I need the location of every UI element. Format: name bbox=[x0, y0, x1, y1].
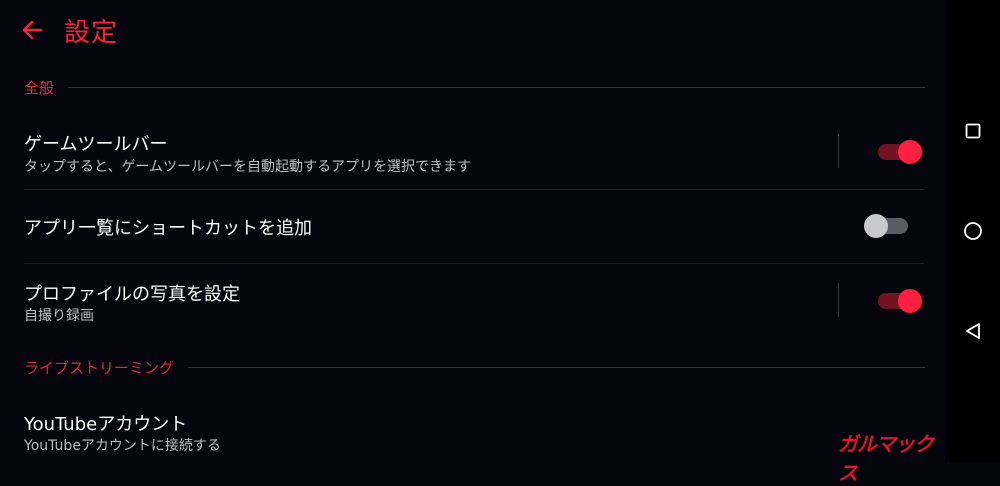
setting-title: アプリ一覧にショートカットを追加 bbox=[24, 218, 312, 239]
section-header-general: 全般 bbox=[24, 77, 925, 98]
section-header-live-streaming: ライブストリーミング bbox=[24, 357, 925, 378]
toggle-thumb bbox=[864, 214, 888, 238]
recents-square-icon[interactable] bbox=[959, 117, 987, 145]
section-label: ライブストリーミング bbox=[24, 359, 175, 377]
profile-photo-toggle[interactable] bbox=[876, 287, 924, 315]
setting-row-game-toolbar[interactable]: ゲームツールバー タップすると、ゲームツールバーを自動起動するアプリを選択できま… bbox=[0, 118, 945, 190]
setting-subtitle: YouTubeアカウントに接続する bbox=[24, 438, 221, 454]
back-triangle-icon[interactable] bbox=[959, 317, 987, 345]
setting-subtitle: タップすると、ゲームツールバーを自動起動するアプリを選択できます bbox=[24, 159, 472, 175]
setting-row-youtube[interactable]: YouTubeアカウント YouTubeアカウントに接続する bbox=[0, 398, 945, 462]
app-bar: 設定 bbox=[0, 0, 945, 60]
system-nav-bar bbox=[945, 0, 1000, 462]
setting-subtitle: 自撮り録画 bbox=[24, 308, 94, 324]
toggle-thumb bbox=[898, 289, 922, 313]
setting-title: プロファイルの写真を設定 bbox=[24, 284, 240, 305]
toggle-thumb bbox=[898, 140, 922, 164]
setting-title: YouTubeアカウント bbox=[24, 414, 188, 435]
page-title: 設定 bbox=[64, 18, 119, 48]
setting-title: ゲームツールバー bbox=[24, 134, 168, 155]
section-rule bbox=[68, 87, 925, 88]
game-toolbar-toggle[interactable] bbox=[876, 138, 924, 166]
watermark-logo: ガルマックス bbox=[838, 432, 934, 485]
section-label: 全般 bbox=[24, 79, 55, 97]
setting-row-shortcut[interactable]: アプリ一覧にショートカットを追加 bbox=[0, 190, 945, 263]
back-arrow-icon[interactable] bbox=[18, 14, 46, 46]
home-circle-icon[interactable] bbox=[959, 217, 987, 245]
vertical-separator bbox=[838, 134, 839, 168]
setting-row-profile-photo[interactable]: プロファイルの写真を設定 自撮り録画 bbox=[0, 264, 945, 340]
section-rule bbox=[188, 367, 925, 368]
shortcut-toggle[interactable] bbox=[864, 212, 912, 240]
settings-screen: 設定 全般 ゲームツールバー タップすると、ゲームツールバーを自動起動するアプリ… bbox=[0, 0, 945, 485]
vertical-separator bbox=[838, 283, 839, 317]
